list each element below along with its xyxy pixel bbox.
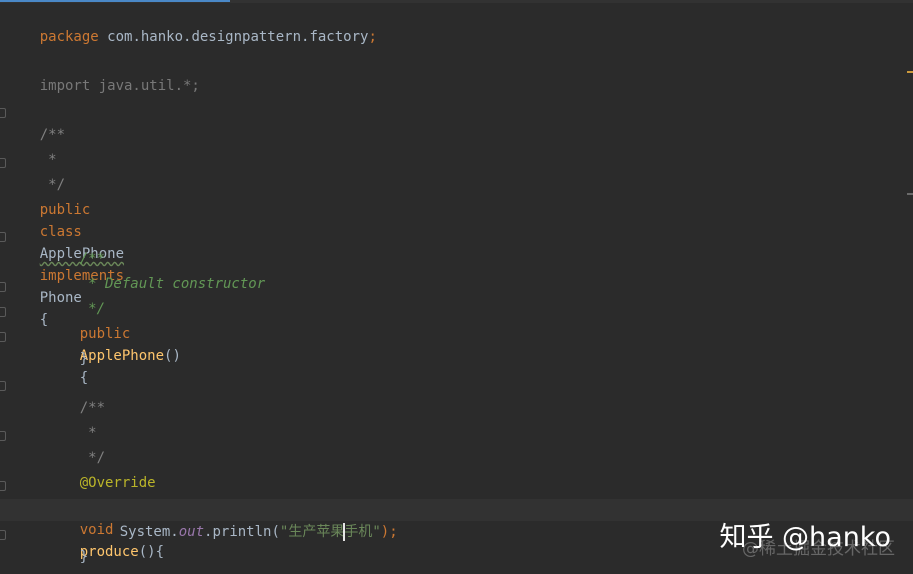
code-line-import[interactable]: import java.util.*;: [6, 53, 200, 94]
code-editor[interactable]: package com.hanko.designpattern.factory;…: [0, 0, 913, 574]
call-end: );: [380, 524, 398, 540]
fold-marker-icon[interactable]: [0, 530, 6, 540]
method-name[interactable]: produce: [80, 544, 139, 560]
fold-marker-icon[interactable]: [0, 381, 6, 391]
code-line-class-doc-open[interactable]: /**: [6, 102, 65, 143]
fold-marker-icon[interactable]: [0, 158, 6, 168]
semicolon: ;: [368, 29, 377, 45]
code-line-class-doc-close[interactable]: */: [6, 152, 65, 193]
code-line-class-doc-star[interactable]: *: [6, 127, 56, 168]
string-literal-part1: "生产苹果: [279, 524, 345, 540]
fold-marker-icon[interactable]: [0, 332, 6, 342]
warning-stripe-marker[interactable]: [907, 71, 913, 73]
constructor-name[interactable]: ApplePhone: [80, 348, 164, 364]
code-line-constructor[interactable]: public ApplePhone() {: [46, 301, 181, 386]
code-line-ctor-doc-open[interactable]: /**: [46, 226, 105, 267]
fold-marker-icon[interactable]: [0, 481, 6, 491]
method-parens: (){: [138, 544, 165, 560]
keyword-public: public: [39, 202, 91, 218]
fold-marker-icon[interactable]: [0, 232, 6, 242]
fold-marker-icon[interactable]: [0, 108, 6, 118]
code-line-method-close[interactable]: }: [46, 524, 88, 565]
keyword-package: package: [39, 29, 99, 45]
code-line-method-doc-star[interactable]: *: [46, 400, 96, 441]
code-line-package[interactable]: package com.hanko.designpattern.factory;: [6, 4, 377, 45]
fold-marker-icon[interactable]: [0, 282, 6, 292]
stripe-marker[interactable]: [907, 193, 913, 195]
code-line-annotation[interactable]: @Override: [46, 450, 156, 491]
watermark-main: 知乎 @hanko: [719, 522, 891, 553]
ctor-doc-text: * Default constructor: [79, 276, 266, 292]
constructor-parens: (): [164, 348, 181, 364]
code-line-class-declaration[interactable]: public class ApplePhone implements Phone…: [6, 177, 124, 328]
code-line-constructor-close[interactable]: }: [46, 326, 88, 367]
system-class: System.: [119, 524, 179, 540]
constructor-close-brace: }: [79, 351, 89, 367]
code-line-method-doc-close[interactable]: */: [46, 425, 105, 466]
fold-marker-icon[interactable]: [0, 307, 6, 317]
code-line-method-doc-open[interactable]: /**: [46, 375, 105, 416]
code-line-ctor-doc-close[interactable]: */: [46, 276, 105, 317]
unused-import: import java.util.*;: [39, 78, 200, 94]
package-name: com.hanko.designpattern.factory: [98, 29, 369, 45]
code-line-ctor-doc-text[interactable]: * Default constructor: [46, 251, 265, 292]
method-close-brace: }: [79, 549, 89, 565]
println-call: .println(: [204, 524, 280, 540]
out-field: out: [178, 524, 205, 540]
active-tab-indicator: [0, 0, 230, 2]
fold-marker-icon[interactable]: [0, 431, 6, 441]
code-line-method-signature[interactable]: public void produce(){: [46, 475, 164, 560]
string-literal-part2: 手机": [344, 524, 381, 540]
